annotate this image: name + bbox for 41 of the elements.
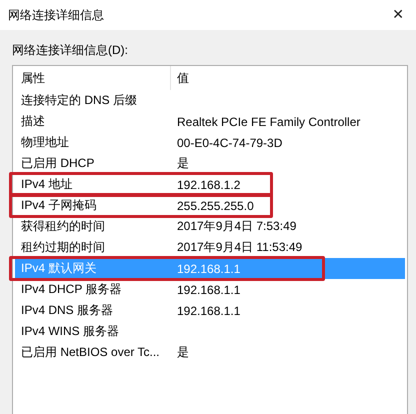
property-cell-text: 已启用 NetBIOS over Tc...: [20, 344, 160, 361]
property-cell-text: 物理地址: [20, 134, 70, 151]
property-cell-text: 连接特定的 DNS 后缀: [20, 92, 138, 109]
value-cell-text: Realtek PCIe FE Family Controller: [176, 114, 362, 128]
value-cell-text: 2017年9月4日 11:53:49: [176, 239, 304, 256]
value-cell-text: 是: [176, 344, 190, 361]
property-cell-text: IPv4 子网掩码: [20, 197, 98, 214]
list-row[interactable]: 描述 Realtek PCIe FE Family Controller: [15, 111, 405, 132]
list-row[interactable]: IPv4 子网掩码 255.255.255.0: [15, 195, 405, 216]
list-row[interactable]: IPv4 地址 192.168.1.2: [15, 174, 405, 195]
value-cell-text: 192.168.1.1: [176, 262, 242, 276]
property-cell-text: IPv4 地址: [20, 176, 74, 193]
value-cell-text: 2017年9月4日 7:53:49: [176, 218, 298, 235]
list-row[interactable]: 已启用 DHCP 是: [15, 153, 405, 174]
value-cell-text: 192.168.1.2: [176, 178, 242, 192]
column-header[interactable]: 属性: [15, 66, 171, 90]
property-cell-text: IPv4 DNS 服务器: [20, 302, 114, 319]
property-cell-text: 获得租约的时间: [20, 218, 106, 235]
property-cell-text: IPv4 默认网关: [20, 260, 98, 277]
property-cell-text: IPv4 WINS 服务器: [20, 323, 120, 340]
list-row[interactable]: 已启用 NetBIOS over Tc... 是: [15, 342, 405, 363]
property-cell-text: IPv4 DHCP 服务器: [20, 281, 122, 298]
value-cell-text: 192.168.1.1: [176, 282, 242, 296]
list-row[interactable]: IPv4 DHCP 服务器 192.168.1.1: [15, 279, 405, 300]
window-title: 网络连接详细信息: [8, 6, 104, 24]
list-label: 网络连接详细信息(D):: [12, 42, 128, 59]
property-cell-text: 描述: [20, 113, 46, 130]
value-cell-text: 是: [176, 155, 190, 172]
list-row[interactable]: 获得租约的时间 2017年9月4日 7:53:49: [15, 216, 405, 237]
list-row[interactable]: 租约过期的时间 2017年9月4日 11:53:49: [15, 237, 405, 258]
property-cell-text: 已启用 DHCP: [20, 155, 96, 172]
close-button[interactable]: ✕: [388, 5, 408, 25]
list-row[interactable]: IPv4 WINS 服务器: [15, 321, 405, 342]
value-cell-text: 255.255.255.0: [176, 198, 255, 212]
property-cell-text: 租约过期的时间: [20, 239, 106, 256]
column-header[interactable]: 值: [171, 66, 405, 90]
list-row[interactable]: 连接特定的 DNS 后缀: [15, 90, 405, 111]
list-row[interactable]: IPv4 DNS 服务器 192.168.1.1: [15, 300, 405, 321]
value-cell-text: 192.168.1.1: [176, 304, 242, 318]
value-cell-text: 00-E0-4C-74-79-3D: [176, 136, 284, 150]
list-row[interactable]: 物理地址 00-E0-4C-74-79-3D: [15, 132, 405, 153]
